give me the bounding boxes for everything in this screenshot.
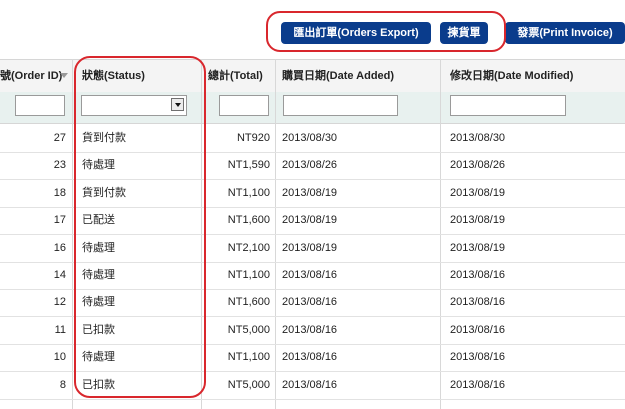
total-cell: NT1,600: [227, 296, 270, 309]
print-invoice-button[interactable]: 發票(Print Invoice): [505, 22, 625, 44]
date-modified-cell: 2013/08/26: [450, 159, 506, 172]
date-modified-cell: 2013/08/19: [450, 214, 506, 227]
column-header-total[interactable]: 總計(Total): [208, 60, 263, 92]
date-modified-cell: 2013/08/30: [450, 132, 506, 144]
total-cell: NT5,000: [227, 378, 270, 391]
column-header-order-id[interactable]: 號(Order ID): [0, 60, 62, 92]
date-modified-filter-input[interactable]: [450, 95, 566, 116]
date-added-cell: 2013/08/19: [282, 186, 338, 199]
date-modified-cell: 2013/08/16: [450, 323, 506, 336]
order-id-cell: 16: [53, 241, 66, 254]
date-added-cell: 2013/08/30: [282, 132, 338, 144]
order-id-cell: 8: [59, 378, 66, 391]
order-id-cell: 27: [53, 132, 66, 144]
date-added-cell: 2013/08/16: [282, 269, 338, 281]
column-header-date-modified[interactable]: 修改日期(Date Modified): [450, 60, 573, 92]
total-cell: NT5,000: [227, 323, 270, 336]
total-cell: NT1,590: [227, 159, 270, 172]
total-cell: NT2,100: [227, 241, 270, 254]
date-added-cell: 2013/08/16: [282, 323, 338, 336]
order-id-cell: 11: [54, 323, 66, 336]
date-added-cell: 2013/08/16: [282, 296, 338, 309]
status-column-highlight-annotation: [74, 56, 206, 398]
date-added-cell: 2013/08/16: [282, 378, 338, 391]
buttons-highlight-annotation: [266, 11, 506, 52]
date-modified-cell: 2013/08/16: [450, 269, 506, 281]
order-id-cell: 17: [53, 214, 66, 227]
date-added-cell: 2013/08/19: [282, 214, 338, 227]
date-modified-cell: 2013/08/16: [450, 296, 506, 309]
date-modified-cell: 2013/08/16: [450, 378, 506, 391]
total-cell: NT1,100: [227, 351, 270, 364]
date-added-cell: 2013/08/26: [282, 159, 338, 172]
order-id-cell: 10: [53, 351, 66, 364]
total-cell: NT1,100: [227, 186, 270, 199]
date-added-cell: 2013/08/16: [282, 351, 338, 364]
date-modified-cell: 2013/08/19: [450, 241, 506, 254]
total-cell: NT920: [236, 132, 270, 144]
sort-desc-icon[interactable]: [60, 73, 68, 78]
order-id-cell: 14: [53, 269, 66, 281]
date-added-filter-input[interactable]: [283, 95, 398, 116]
toolbar: 匯出訂單(Orders Export) 揀貨單 發票(Print Invoice…: [0, 0, 625, 55]
total-filter-input[interactable]: [219, 95, 269, 116]
order-id-cell: 12: [53, 296, 66, 309]
order-id-cell: 23: [53, 159, 66, 172]
total-cell: NT1,600: [227, 214, 270, 227]
column-header-date-added[interactable]: 購買日期(Date Added): [282, 60, 394, 92]
order-id-filter-input[interactable]: [15, 95, 65, 116]
date-modified-cell: 2013/08/16: [450, 351, 506, 364]
date-added-cell: 2013/08/19: [282, 241, 338, 254]
date-modified-cell: 2013/08/19: [450, 186, 506, 199]
order-id-cell: 18: [53, 186, 66, 199]
total-cell: NT1,100: [227, 269, 270, 281]
